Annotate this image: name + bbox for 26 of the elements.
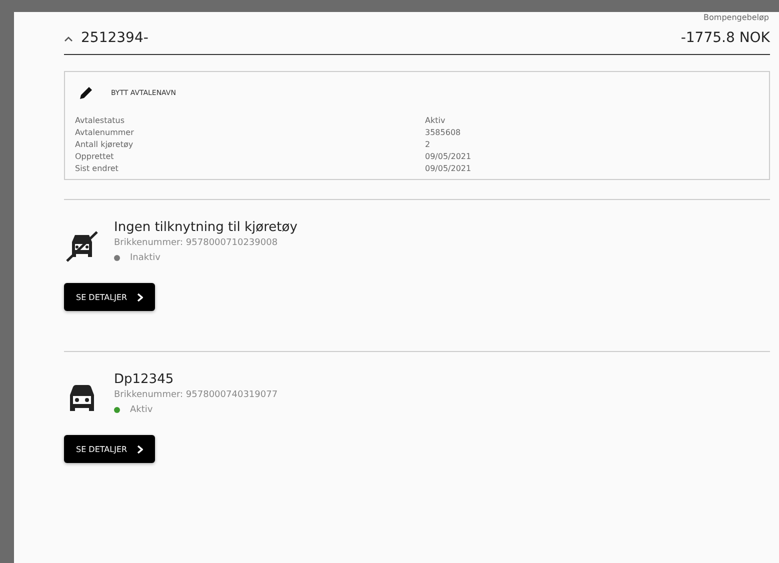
detail-label: Sist endret — [75, 164, 120, 173]
vehicle-title: Dp12345 — [114, 372, 175, 387]
detail-value: 09/05/2021 — [425, 164, 472, 173]
status-text: Inaktiv — [130, 253, 160, 263]
details-button[interactable]: SE DETALJER — [64, 283, 156, 311]
chevron-up-icon — [64, 36, 73, 42]
agreement-amount: -1775.8 NOK — [680, 30, 770, 46]
chevron-right-icon — [137, 292, 144, 302]
detail-label: Antall kjøretøy — [75, 140, 134, 149]
detail-label: Opprettet — [75, 152, 115, 161]
detail-label: Avtalestatus — [75, 116, 126, 125]
detail-value: 3585608 — [425, 128, 462, 137]
chevron-right-icon — [137, 444, 144, 454]
amount-label: Bompengebeløp — [704, 13, 769, 22]
pencil-icon — [79, 86, 93, 100]
status-text: Aktiv — [130, 405, 153, 415]
detail-value: 09/05/2021 — [425, 152, 472, 161]
detail-label: Avtalenummer — [75, 128, 135, 137]
detail-value: Aktiv — [425, 116, 446, 125]
tag-number: Brikkenummer: 9578000710239008 — [114, 238, 279, 248]
detail-value: 2 — [425, 140, 432, 149]
agreement-name: 2512394- — [81, 30, 150, 46]
tag-number: Brikkenummer: 9578000740319077 — [114, 390, 278, 400]
vehicle-title: Ingen tilknytning til kjøretøy — [114, 220, 298, 235]
crossed-car-icon — [64, 230, 100, 262]
details-button[interactable]: SE DETALJER — [64, 435, 156, 463]
